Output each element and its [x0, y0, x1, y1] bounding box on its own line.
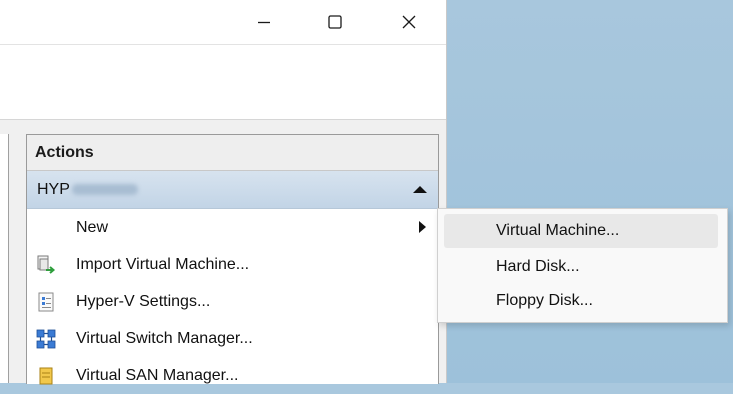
maximize-button[interactable]	[312, 0, 358, 44]
submenu-arrow-icon	[419, 221, 426, 233]
new-submenu: Virtual Machine... Hard Disk... Floppy D…	[437, 208, 728, 323]
window-content: Actions HYP New Import Virtual Machine..…	[0, 120, 446, 385]
submenu-item-floppy-disk[interactable]: Floppy Disk...	[444, 284, 718, 318]
host-name-redacted	[71, 184, 138, 195]
import-vm-icon	[37, 255, 56, 274]
submenu-item-label: Virtual Machine...	[496, 222, 620, 239]
action-hyperv-settings-label: Hyper-V Settings...	[76, 292, 211, 310]
collapse-up-icon[interactable]	[413, 186, 427, 193]
submenu-item-hard-disk[interactable]: Hard Disk...	[444, 250, 718, 284]
submenu-item-virtual-machine[interactable]: Virtual Machine...	[444, 214, 718, 248]
hyperv-manager-window: Actions HYP New Import Virtual Machine..…	[0, 0, 447, 385]
action-hyperv-settings[interactable]: Hyper-V Settings...	[27, 283, 438, 320]
title-bar	[0, 0, 446, 44]
action-import-vm[interactable]: Import Virtual Machine...	[27, 246, 438, 283]
san-manager-icon	[39, 367, 53, 385]
close-button[interactable]	[386, 0, 432, 44]
submenu-item-label: Hard Disk...	[496, 258, 580, 275]
settings-icon	[38, 292, 54, 312]
host-name-label: HYP	[37, 180, 70, 198]
host-section-header[interactable]: HYP	[27, 171, 438, 209]
submenu-item-label: Floppy Disk...	[496, 292, 593, 309]
action-new[interactable]: New	[27, 209, 438, 246]
minimize-icon	[258, 21, 270, 24]
maximize-icon	[328, 15, 342, 29]
actions-pane: Actions HYP New Import Virtual Machine..…	[26, 134, 439, 385]
action-virtual-switch-manager-label: Virtual Switch Manager...	[76, 329, 253, 347]
toolbar	[0, 81, 446, 120]
action-virtual-switch-manager[interactable]: Virtual Switch Manager...	[27, 320, 438, 357]
close-icon	[402, 15, 416, 29]
center-pane-edge	[0, 134, 9, 383]
action-new-label: New	[76, 218, 109, 236]
minimize-button[interactable]	[241, 0, 287, 44]
menu-bar	[0, 44, 446, 82]
actions-header: Actions	[27, 135, 438, 171]
action-virtual-san-manager-label: Virtual SAN Manager...	[76, 366, 239, 384]
action-import-vm-label: Import Virtual Machine...	[76, 255, 250, 273]
switch-manager-icon	[36, 329, 56, 349]
action-virtual-san-manager[interactable]: Virtual SAN Manager...	[27, 357, 438, 394]
